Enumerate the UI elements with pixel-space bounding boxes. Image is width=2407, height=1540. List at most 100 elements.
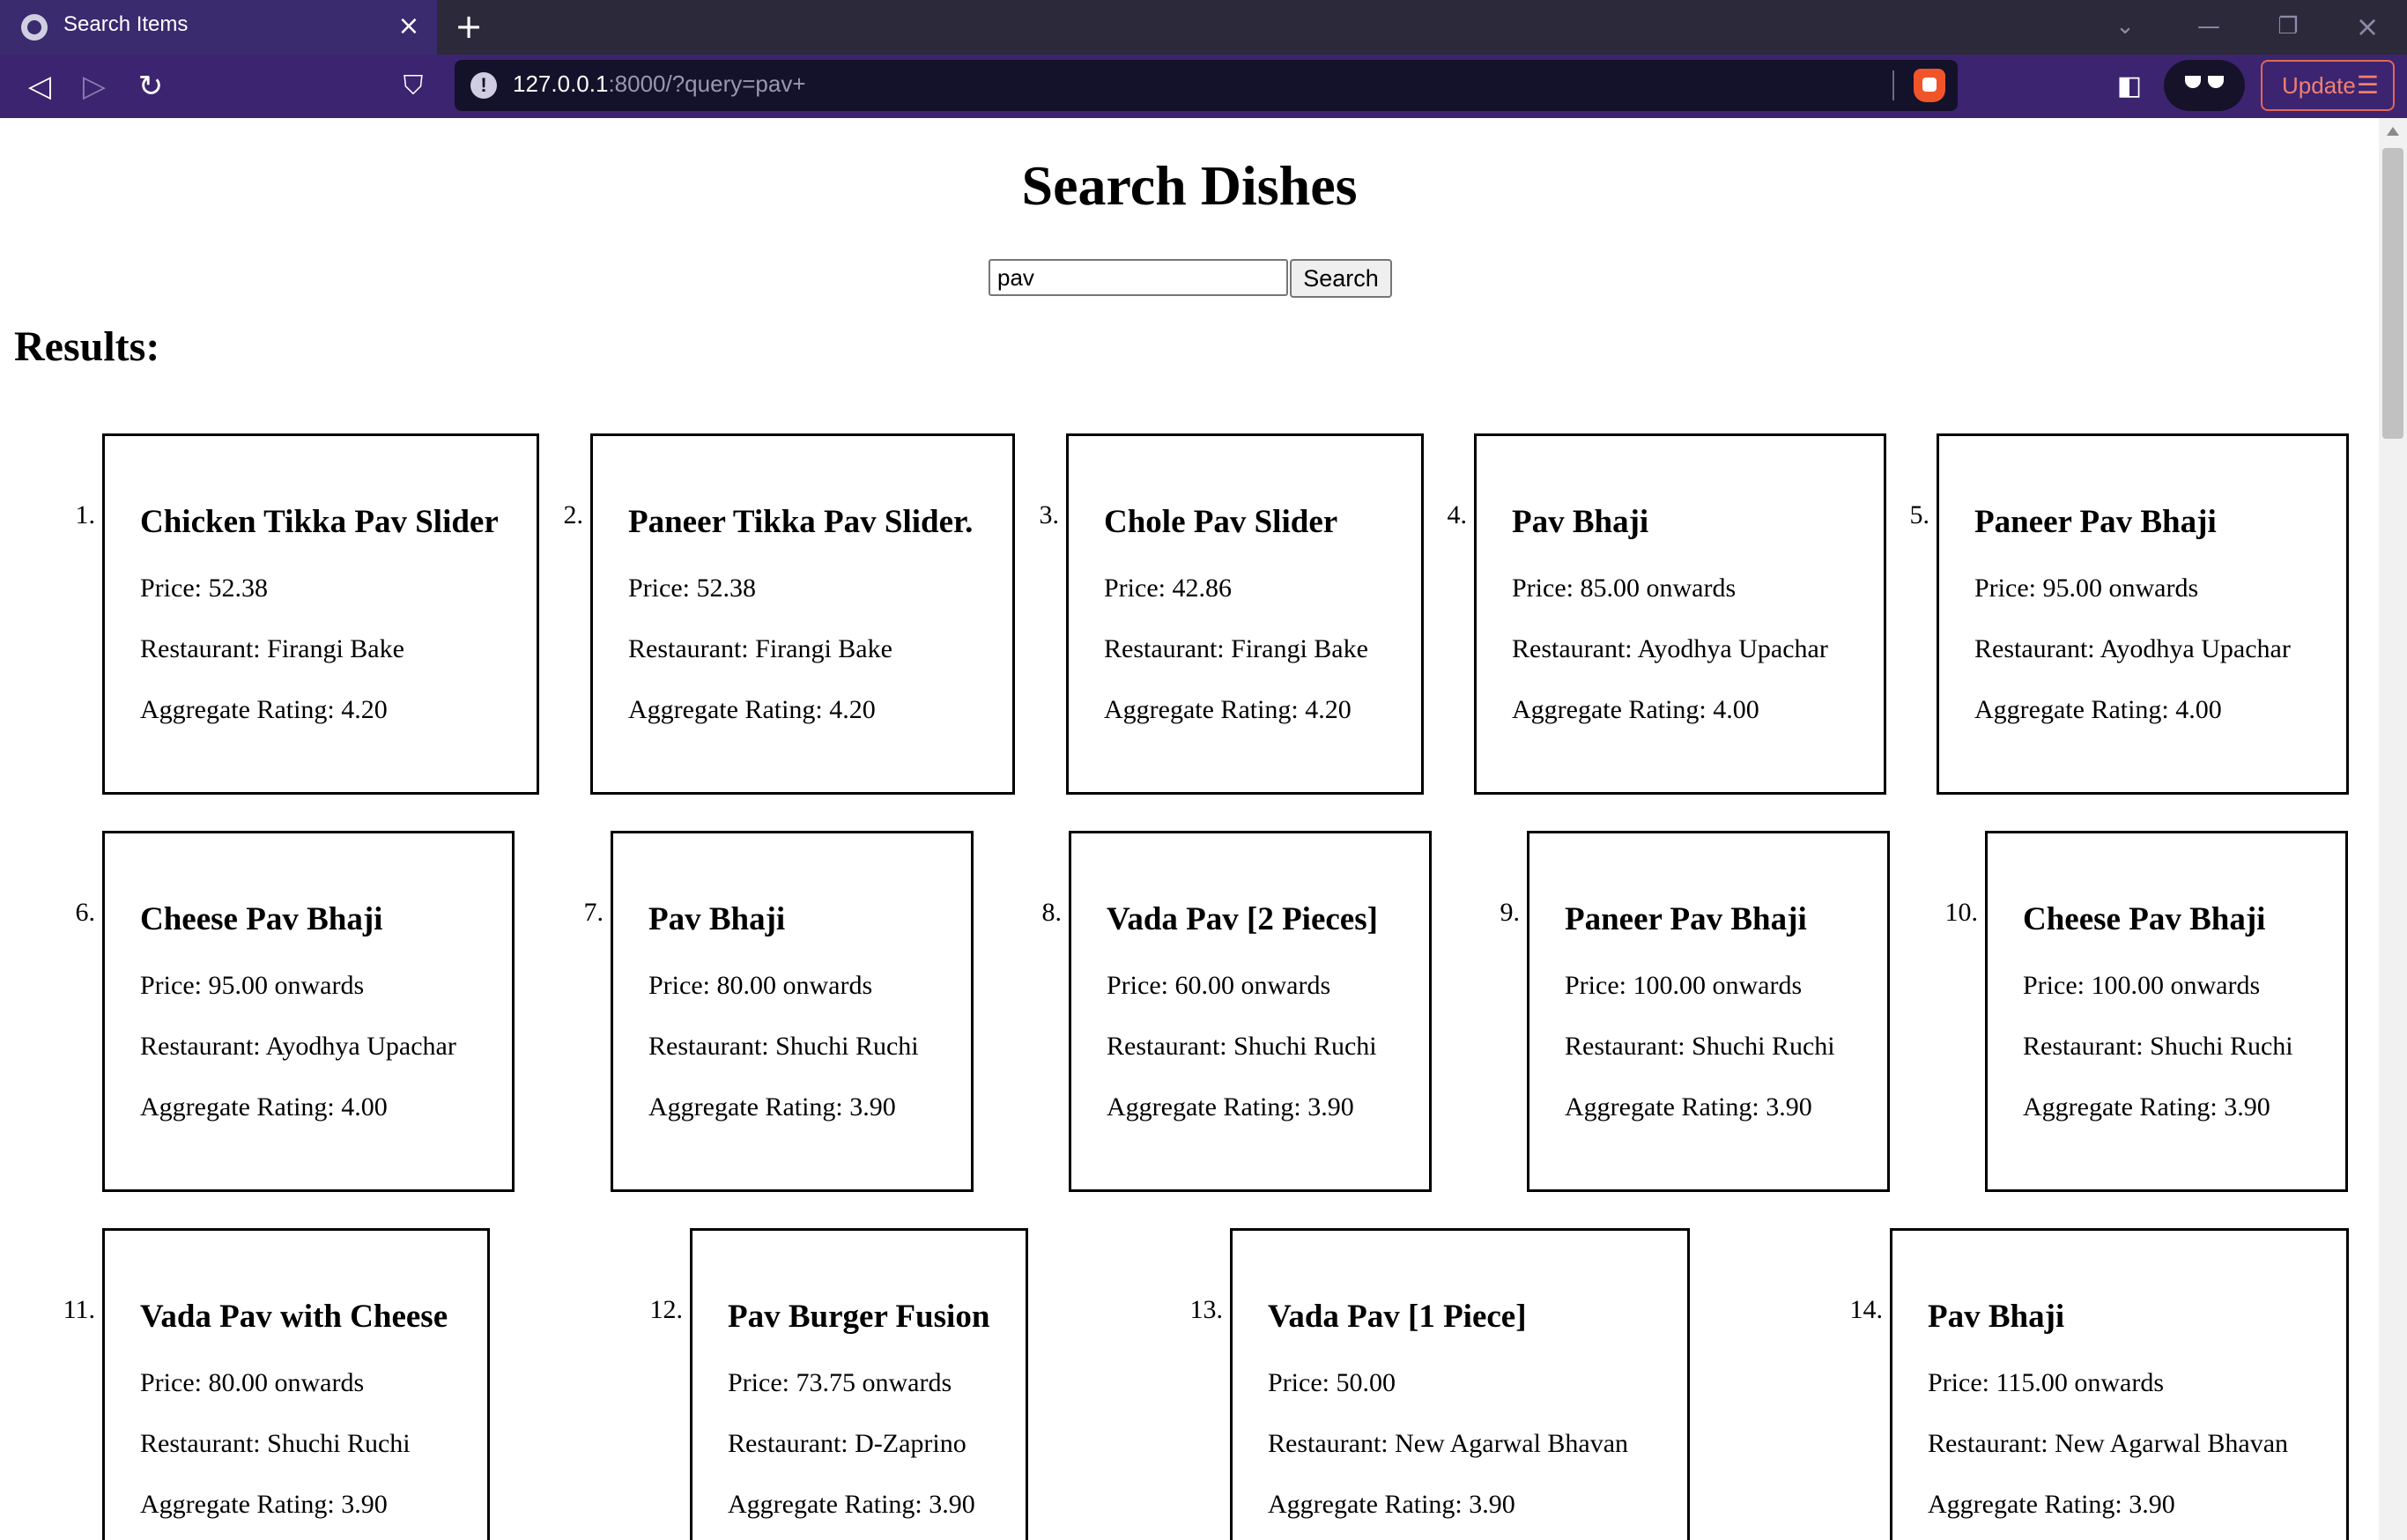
dish-rating: Aggregate Rating: 4.00 <box>140 1092 388 1122</box>
dish-name: Pav Burger Fusion <box>728 1299 990 1335</box>
dish-restaurant-label: Restaurant: <box>1268 1429 1396 1458</box>
url-path: :8000/?query=pav+ <box>608 70 806 97</box>
dish-rating: Aggregate Rating: 4.00 <box>1974 695 2222 725</box>
dish-restaurant: Restaurant: Firangi Bake <box>628 634 892 664</box>
dish-price-value: 85.00 onwards <box>1580 574 1737 603</box>
dish-price: Price: 100.00 onwards <box>1565 971 1802 1001</box>
dish-price: Price: 80.00 onwards <box>140 1368 364 1398</box>
dish-price: Price: 80.00 onwards <box>648 971 872 1001</box>
results-heading: Results: <box>14 323 160 370</box>
dish-restaurant-value: Shuchi Ruchi <box>1233 1032 1377 1061</box>
dish-name: Pav Bhaji <box>648 901 786 937</box>
dish-price: Price: 85.00 onwards <box>1512 574 1736 603</box>
dish-restaurant-label: Restaurant: <box>1512 634 1638 663</box>
dish-restaurant: Restaurant: New Agarwal Bhavan <box>1268 1429 1628 1459</box>
page-viewport: Search Dishes Search Results: 1.Chicken … <box>0 118 2379 1540</box>
browser-tab[interactable]: Search Items × <box>0 0 437 55</box>
dish-name: Vada Pav [1 Piece] <box>1268 1299 1527 1335</box>
tab-search-chevron-icon[interactable]: ⌄ <box>2107 11 2143 42</box>
dish-rating: Aggregate Rating: 3.90 <box>1107 1092 1354 1122</box>
result-number: 13. <box>1189 1295 1224 1324</box>
dish-rating: Aggregate Rating: 4.20 <box>628 695 876 725</box>
dish-price-value: 52.38 <box>696 574 756 603</box>
scroll-thumb[interactable] <box>2382 148 2403 439</box>
dish-name: Paneer Pav Bhaji <box>1565 901 1807 937</box>
dish-name: Cheese Pav Bhaji <box>140 901 383 937</box>
dish-price-value: 50.00 <box>1336 1368 1396 1397</box>
dish-name: Chicken Tikka Pav Slider <box>140 504 499 540</box>
dish-price-label: Price: <box>1565 971 1633 1000</box>
url-host: 127.0.0.1 <box>513 70 609 97</box>
dish-rating-label: Aggregate Rating: <box>1565 1092 1766 1122</box>
result-card: Paneer Pav Bhaji Price: 100.00 onwards Res… <box>1527 831 1890 1192</box>
result-number: 4. <box>1447 500 1468 529</box>
dish-price-value: 73.75 onwards <box>796 1368 952 1397</box>
dish-rating-label: Aggregate Rating: <box>140 1490 342 1519</box>
dish-restaurant: Restaurant: Shuchi Ruchi <box>2023 1032 2293 1062</box>
dish-price: Price: 95.00 onwards <box>1974 574 2198 603</box>
dish-restaurant-value: Firangi Bake <box>1231 634 1368 663</box>
dish-rating-value: 4.00 <box>341 1092 388 1122</box>
address-bar[interactable]: ! 127.0.0.1:8000/?query=pav+ <box>455 60 1958 111</box>
reload-icon[interactable]: ↻ <box>129 65 173 107</box>
dish-price-label: Price: <box>1107 971 1175 1000</box>
dish-restaurant: Restaurant: Ayodhya Upachar <box>1974 634 2291 664</box>
bookmark-icon[interactable]: ⛉ <box>391 65 435 107</box>
search-button[interactable]: Search <box>1290 259 1392 298</box>
back-icon[interactable]: ◁ <box>18 65 62 107</box>
result-number: 8. <box>1041 898 1063 927</box>
result-card: Vada Pav [2 Pieces] Price: 60.00 onwards R… <box>1069 831 1432 1192</box>
dish-price: Price: 50.00 <box>1268 1368 1396 1398</box>
dish-price-label: Price: <box>140 574 209 603</box>
result-number: 1. <box>75 500 96 529</box>
restore-icon[interactable]: ❐ <box>2257 5 2319 48</box>
dish-rating: Aggregate Rating: 4.20 <box>1104 695 1352 725</box>
dish-rating: Aggregate Rating: 3.90 <box>140 1490 388 1520</box>
dish-price-value: 80.00 onwards <box>716 971 873 1000</box>
window-close-icon[interactable]: × <box>2337 5 2398 48</box>
dish-restaurant-label: Restaurant: <box>1104 634 1232 663</box>
dish-rating-value: 3.90 <box>849 1092 896 1122</box>
result-card: Chole Pav Slider Price: 42.86 Restaurant: … <box>1066 433 1424 795</box>
dish-price-label: Price: <box>1512 574 1581 603</box>
dish-price: Price: 60.00 onwards <box>1107 971 1330 1001</box>
dish-restaurant-value: Shuchi Ruchi <box>2150 1032 2293 1061</box>
dish-price-label: Price: <box>1928 1368 1996 1397</box>
brave-shields-icon[interactable] <box>1914 69 1945 102</box>
site-info-icon[interactable]: ! <box>470 72 497 99</box>
dish-rating-label: Aggregate Rating: <box>648 1092 850 1122</box>
result-card: Pav Burger Fusion Price: 73.75 onwards Res… <box>690 1228 1028 1540</box>
dish-rating-value: 3.90 <box>1307 1092 1354 1122</box>
dish-rating-value: 4.20 <box>829 695 876 724</box>
dish-restaurant-value: New Agarwal Bhavan <box>1395 1429 1629 1458</box>
dish-restaurant: Restaurant: Shuchi Ruchi <box>140 1429 411 1459</box>
dish-price-value: 80.00 onwards <box>208 1368 365 1397</box>
forward-icon[interactable]: ▷ <box>72 65 116 107</box>
result-number: 3. <box>1039 500 1060 529</box>
dish-rating-value: 4.20 <box>1305 695 1352 724</box>
page-scrollbar[interactable] <box>2379 118 2407 1540</box>
minimize-icon[interactable]: — <box>2178 5 2240 48</box>
result-card: Vada Pav with Cheese Price: 80.00 onwards… <box>102 1228 490 1540</box>
close-tab-icon[interactable]: × <box>396 9 421 44</box>
dish-restaurant-label: Restaurant: <box>140 634 268 663</box>
private-window-icon[interactable] <box>2164 60 2245 111</box>
dish-restaurant-label: Restaurant: <box>648 1032 776 1061</box>
url-text[interactable]: 127.0.0.1:8000/?query=pav+ <box>513 70 806 98</box>
update-button[interactable]: Update ☰ <box>2261 60 2395 111</box>
dish-rating-label: Aggregate Rating: <box>2023 1092 2225 1122</box>
dish-price-value: 100.00 onwards <box>1633 971 1803 1000</box>
dish-restaurant: Restaurant: Shuchi Ruchi <box>1565 1032 1835 1062</box>
dish-restaurant-value: Shuchi Ruchi <box>1692 1032 1835 1061</box>
address-divider <box>1892 70 1894 100</box>
scroll-up-arrow-icon[interactable] <box>2387 127 2399 136</box>
search-input[interactable] <box>989 259 1288 296</box>
sidebar-toggle-icon[interactable]: ◧ <box>2107 65 2151 107</box>
dish-price: Price: 100.00 onwards <box>2023 971 2260 1001</box>
dish-restaurant: Restaurant: New Agarwal Bhavan <box>1928 1429 2288 1459</box>
dish-price: Price: 52.38 <box>140 574 268 603</box>
dish-name: Paneer Pav Bhaji <box>1974 504 2217 540</box>
result-card: Cheese Pav Bhaji Price: 95.00 onwards Rest… <box>102 831 515 1192</box>
dish-price-label: Price: <box>140 1368 209 1397</box>
new-tab-icon[interactable]: + <box>451 7 486 46</box>
